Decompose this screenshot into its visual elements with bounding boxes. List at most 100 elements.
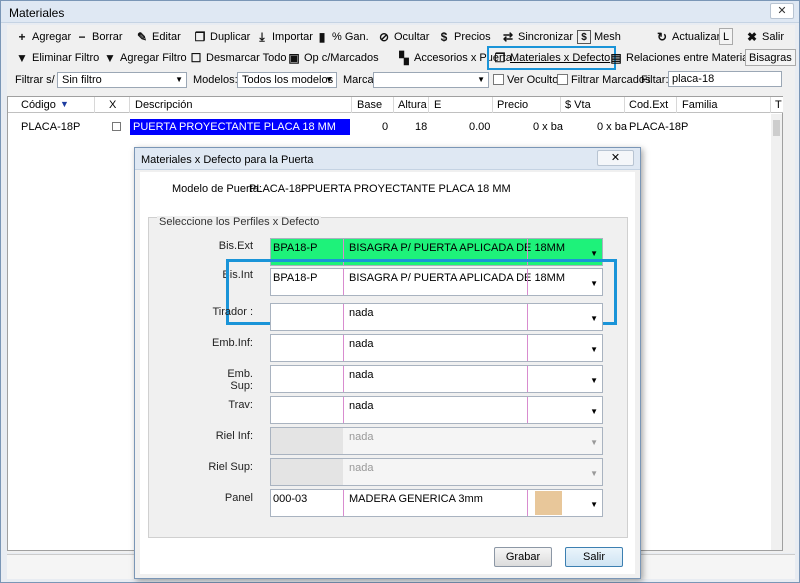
ganancia-label: % Gan. [332, 31, 369, 43]
dollar-icon: $ [440, 30, 448, 44]
row-checkbox[interactable] [112, 122, 121, 131]
emb-inf-desc: nada [349, 338, 374, 350]
modelos-value: Todos los modelos [242, 74, 334, 86]
trav-desc: nada [349, 400, 374, 412]
relaciones-button[interactable]: ▤ Relaciones entre Materiales [609, 48, 762, 68]
scrollbar-thumb[interactable] [773, 120, 780, 136]
window-title: Materiales [9, 6, 65, 20]
chevron-down-icon: ▼ [325, 75, 333, 84]
sincronizar-label: Sincronizar [518, 31, 574, 43]
chevron-down-icon: ▼ [590, 469, 598, 478]
trav-combo[interactable]: nada ▼ [270, 396, 603, 424]
chevron-down-icon: ▼ [590, 345, 598, 354]
col-t[interactable]: T [775, 99, 782, 111]
ocultar-button[interactable]: ⊘ Ocultar [377, 27, 430, 47]
borrar-button[interactable]: − Borrar [75, 27, 123, 47]
col-x[interactable]: X [109, 99, 116, 111]
filtrar-combo[interactable]: Sin filtro ▼ [57, 72, 187, 88]
sincronizar-button[interactable]: ⇄ Sincronizar [501, 27, 573, 47]
marca-combo[interactable]: ▼ [373, 72, 489, 88]
materiales-defecto-button[interactable]: ❐ Materiales x Defecto [487, 46, 617, 70]
col-altura[interactable]: Altura [398, 99, 427, 111]
salir-button[interactable]: ✖ Salir [745, 27, 784, 47]
grabar-button[interactable]: Grabar [494, 547, 552, 567]
agregar-filtro-button[interactable]: ▼ Agregar Filtro [103, 48, 187, 68]
col-codigo[interactable]: Código [21, 99, 56, 111]
filter-add-icon: ▼ [104, 51, 116, 65]
chevron-down-icon: ▼ [590, 407, 598, 416]
tirador-combo[interactable]: nada ▼ [270, 303, 603, 331]
agregar-filtro-label: Agregar Filtro [120, 52, 187, 64]
grid-scrollbar[interactable] [771, 114, 782, 550]
materiales-defecto-label: Materiales x Defecto [510, 52, 611, 64]
cell-codext: PLACA-18P [629, 121, 689, 133]
search-input[interactable]: placa-18 [668, 71, 782, 87]
chevron-down-icon: ▼ [175, 75, 183, 84]
modelos-label: Modelos: [193, 74, 238, 86]
editar-button[interactable]: ✎ Editar [135, 27, 181, 47]
duplicar-button[interactable]: ❐ Duplicar [193, 27, 251, 47]
relaciones-label: Relaciones entre Materiales [626, 52, 763, 64]
accessories-icon: ▚ [399, 51, 409, 65]
actualizar-label: Actualizar [672, 31, 721, 43]
riel-sup-label: Riel Sup: [208, 461, 253, 473]
eliminar-filtro-button[interactable]: ▼ Eliminar Filtro [15, 48, 99, 68]
riel-inf-desc: nada [349, 431, 374, 443]
importar-button[interactable]: ⤓ Importar [255, 27, 313, 47]
dialog-title: Materiales x Defecto para la Puerta [141, 154, 314, 166]
dialog-salir-button[interactable]: Salir [565, 547, 623, 567]
bis-ext-label: Bis.Ext [218, 240, 253, 252]
precios-button[interactable]: $ Precios [437, 27, 491, 47]
panel-desc: MADERA GENERICA 3mm [349, 493, 483, 505]
op-marcados-button[interactable]: ▣ Op c/Marcados [287, 48, 378, 68]
agregar-label: Agregar [32, 31, 72, 43]
col-vta[interactable]: $ Vta [565, 99, 591, 111]
importar-label: Importar [272, 31, 313, 43]
precios-label: Precios [454, 31, 491, 43]
bisagras-button[interactable]: Bisagras [745, 49, 796, 66]
dialog-close-button[interactable]: ✕ [597, 150, 634, 166]
actualizar-button[interactable]: ↻ Actualizar [655, 27, 720, 47]
materiales-defecto-dialog: Materiales x Defecto para la Puerta ✕ Mo… [134, 147, 641, 579]
filtrar-marcados-checkbox[interactable] [557, 74, 568, 85]
modelo-code: PLACA-18P [249, 183, 309, 195]
eliminar-filtro-label: Eliminar Filtro [32, 52, 100, 64]
col-descripcion[interactable]: Descripción [135, 99, 192, 111]
riel-inf-combo: nada ▼ [270, 427, 603, 455]
panel-color-swatch [535, 491, 562, 515]
bis-ext-code: BPA18-P [273, 242, 318, 254]
ver-ocultos-label: Ver Ocultos [507, 74, 564, 86]
emb-sup-combo[interactable]: nada ▼ [270, 365, 603, 393]
chevron-down-icon: ▼ [590, 438, 598, 447]
group-label: Seleccione los Perfiles x Defecto [157, 216, 322, 228]
cell-vta: 0 x ba [597, 121, 627, 133]
tirador-label: Tirador : [212, 306, 253, 318]
col-precio[interactable]: Precio [497, 99, 528, 111]
emb-inf-label: Emb.Inf: [212, 337, 253, 349]
panel-combo[interactable]: 000-03 MADERA GENERICA 3mm ▼ [270, 489, 603, 517]
emb-inf-combo[interactable]: nada ▼ [270, 334, 603, 362]
filter-remove-icon: ▼ [16, 51, 28, 65]
cell-altura: 18 [415, 121, 428, 133]
col-familia[interactable]: Familia [682, 99, 717, 111]
l-button[interactable]: L [719, 28, 734, 45]
ganancia-button[interactable]: ▮ % Gan. [315, 27, 369, 47]
col-base[interactable]: Base [357, 99, 382, 111]
col-codext[interactable]: Cod.Ext [629, 99, 668, 111]
desmarcar-todo-button[interactable]: ☐ Desmarcar Todo [189, 48, 287, 68]
salir-label: Salir [762, 31, 785, 43]
modelos-combo[interactable]: Todos los modelos ▼ [237, 72, 337, 88]
grid-header: Código ▼ X Descripción Base Altura E Pre… [8, 97, 783, 113]
chevron-down-icon: ▼ [590, 376, 598, 385]
dialog-title-bar: Materiales x Defecto para la Puerta ✕ [135, 148, 640, 170]
chevron-down-icon: ▼ [590, 249, 598, 258]
minus-icon: − [78, 30, 86, 44]
window-close-button[interactable]: ✕ [770, 3, 794, 19]
riel-sup-desc: nada [349, 462, 374, 474]
table-row[interactable]: PLACA-18P PUERTA PROYECTANTE PLACA 18 MM… [8, 119, 778, 135]
ver-ocultos-checkbox[interactable] [493, 74, 504, 85]
mesh-button[interactable]: $ Mesh [577, 27, 621, 47]
col-e[interactable]: E [434, 99, 441, 111]
borrar-label: Borrar [92, 31, 123, 43]
agregar-button[interactable]: + Agregar [15, 27, 71, 47]
